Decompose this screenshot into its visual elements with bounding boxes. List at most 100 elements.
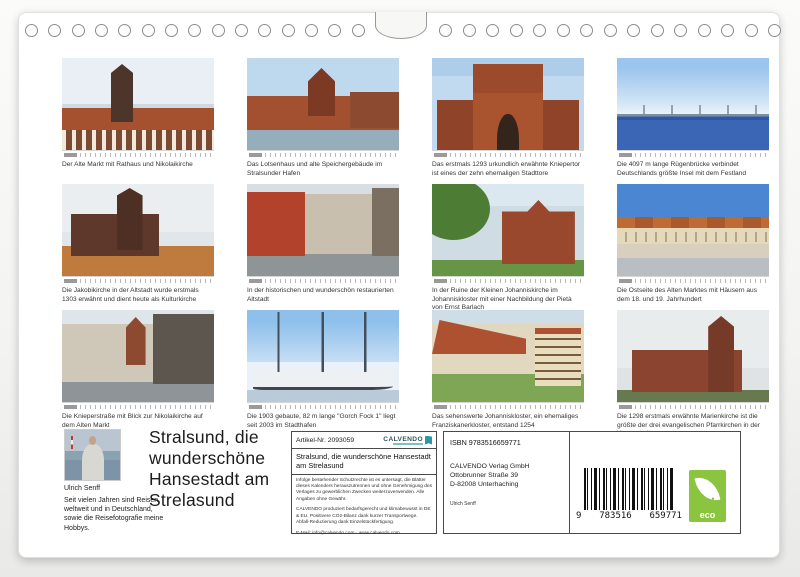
photo-alter-markt-ostseite [617,184,769,284]
photo-gorch-fock [247,310,399,410]
photo-knieperstrasse [62,310,214,410]
isbn-number: ISBN 9783516659771 [450,438,563,447]
binder-hole [510,24,523,37]
binder-hole [282,24,295,37]
calvendo-tagline-bar [393,443,423,445]
barcode-digit-lead: 9 [576,511,581,521]
publisher-barcode-box: ISBN 9783516659771 CALVENDO Verlag GmbH … [443,431,741,534]
photo-johanniskirche-ruine [432,184,584,284]
photo-altstadt-gasse [247,184,399,284]
barcode-pane: 9 783516 659771 eco [570,432,740,533]
mini-month-strip [617,150,769,158]
calendar-thumbnail: Das erstmals 1293 urkundlich erwähnte Kn… [432,58,584,174]
calendar-thumbnail: Das sehenswerte Johanniskloster, ein ehe… [432,310,584,426]
binder-hole [674,24,687,37]
thumbnail-caption: In der Ruine der Kleinen Johanniskirche … [432,287,582,313]
mini-month-strip [432,402,584,410]
calendar-thumbnail: Die Knieperstraße mit Blick zur Nikolaik… [62,310,214,426]
leaf-icon [695,474,721,504]
binder-hole [165,24,178,37]
photo-kniepertor [432,58,584,158]
eco-badge: eco [689,470,726,522]
publisher-address: CALVENDO Verlag GmbH Ottobrunner Straße … [450,463,563,489]
binder-hole [188,24,201,37]
mini-month-strip [247,276,399,284]
binder-holes-right [439,24,781,37]
binder-hole [698,24,711,37]
binder-hole [651,24,664,37]
publisher-city: D-82008 Unterhaching [450,481,563,490]
binder-hole [258,24,271,37]
binder-hole [486,24,499,37]
calvendo-logo: CALVENDO [383,436,432,445]
thumbnail-caption: Die 4097 m lange Rügenbrücke verbindet D… [617,161,767,178]
calendar-thumbnail: Das Lotsenhaus und alte Speichergebäude … [247,58,399,174]
ean-barcode [584,468,674,510]
photo-ruegenbruecke [617,58,769,158]
barcode-digit-group1: 783516 [599,511,632,521]
product-title: Stralsund, die wunderschöne Hansestadt a… [292,449,436,475]
thumbnail-caption: Die Ostseite des Alten Marktes mit Häuse… [617,287,767,304]
publisher-name: CALVENDO Verlag GmbH [450,463,563,472]
thumbnail-caption: Das erstmals 1293 urkundlich erwähnte Kn… [432,161,582,178]
mini-month-strip [247,402,399,410]
production-note: CALVENDO produziert bedarfsgerecht und k… [292,503,436,526]
binder-hole [212,24,225,37]
binder-hole [95,24,108,37]
mini-month-strip [62,402,214,410]
binder-hole [463,24,476,37]
thumbnail-caption: Die Jakobikirche in der Altstadt wurde e… [62,287,212,304]
binder-hole [768,24,781,37]
calendar-thumbnail: Die Jakobikirche in der Altstadt wurde e… [62,184,214,300]
calendar-thumbnail: Die 1298 erstmals erwähnte Marienkirche … [617,310,769,426]
binder-hole [25,24,38,37]
mini-month-strip [62,150,214,158]
binder-hole [328,24,341,37]
binder-hole [439,24,452,37]
calendar-thumbnail: Die 1903 gebaute, 82 m lange "Gorch Fock… [247,310,399,426]
calendar-back-page: Der Alte Markt mit Rathaus und Nikolaiki… [18,12,780,558]
photo-jakobikirche [62,184,214,284]
thumbnail-caption: Das sehenswerte Johanniskloster, ein ehe… [432,413,582,430]
author-photo [64,429,121,481]
binder-hole [721,24,734,37]
thumbnail-caption: Der Alte Markt mit Rathaus und Nikolaiki… [62,161,212,170]
photo-alter-markt [62,58,214,158]
binder-hole [352,24,365,37]
binder-hole [305,24,318,37]
photo-marienkirche [617,310,769,410]
calendar-thumbnail: Die 4097 m lange Rügenbrücke verbindet D… [617,58,769,174]
publisher-pane: ISBN 9783516659771 CALVENDO Verlag GmbH … [444,432,570,533]
mini-month-strip [617,402,769,410]
thumbnail-caption: In der historischen und wunderschön rest… [247,287,397,304]
hanger-notch [375,12,427,39]
product-info-box: Artikel-Nr. 2093059 CALVENDO Stralsund, … [291,431,437,534]
binder-hole [557,24,570,37]
binder-hole [118,24,131,37]
mini-month-strip [432,276,584,284]
calendar-thumbnail: In der Ruine der Kleinen Johanniskirche … [432,184,584,300]
binder-hole [235,24,248,37]
mini-month-strip [62,276,214,284]
calvendo-wordmark-wrap: CALVENDO [383,436,423,445]
calendar-thumbnail: Die Ostseite des Alten Marktes mit Häuse… [617,184,769,300]
lighthouse-detail [71,436,74,449]
legal-note: Infolge bestehender Schutzrechte ist es … [292,475,436,504]
info-box-header: Artikel-Nr. 2093059 CALVENDO [292,432,436,449]
mini-month-strip [247,150,399,158]
binder-hole [627,24,640,37]
binder-holes-left [25,24,365,37]
author-credit: Ulrich Senff [450,501,563,507]
binder-hole [72,24,85,37]
contact-line: E-Mail: info@calvendo.com · www.calvendo… [292,527,436,537]
photo-lotsenhaus [247,58,399,158]
eco-badge-label: eco [689,510,726,520]
barcode-digits: 9 783516 659771 [576,511,682,521]
photo-johanniskloster [432,310,584,410]
author-name: Ulrich Senff [64,485,100,492]
binder-hole [745,24,758,37]
mini-month-strip [617,276,769,284]
binder-hole [580,24,593,37]
binder-hole [142,24,155,37]
binder-hole [48,24,61,37]
